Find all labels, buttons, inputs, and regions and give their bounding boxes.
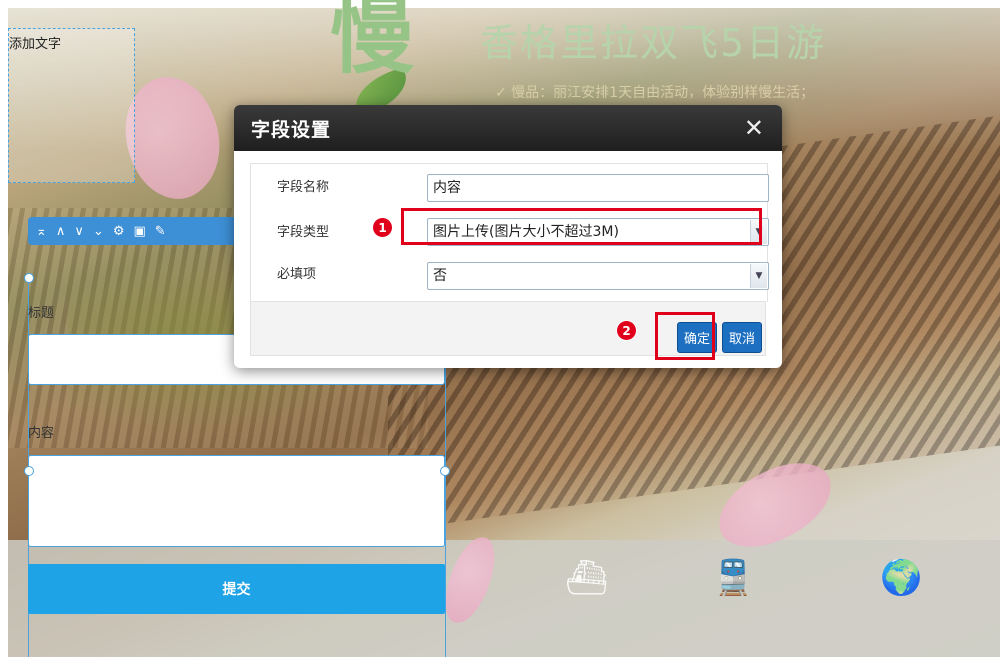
resize-handle[interactable] (24, 273, 34, 283)
form-settings-icon[interactable]: ▣ (134, 224, 146, 239)
step-2-badge: 2 (617, 321, 636, 340)
edit-icon[interactable]: ✎ (155, 224, 166, 239)
element-toolbar: ⌅ ∧ ∨ ⌄ ⚙ ▣ ✎ (28, 217, 248, 245)
move-bottom-icon[interactable]: ⌄ (93, 224, 104, 239)
step-1-badge: 1 (373, 218, 392, 237)
text-element-box[interactable]: 添加文字 (8, 28, 135, 183)
globe-icon: 🌍 (880, 558, 923, 598)
dialog-header: 字段设置 ✕ (234, 105, 782, 151)
required-label: 必填项 (277, 267, 317, 282)
ship-icon: ⛴ (565, 558, 609, 598)
submit-button[interactable]: 提交 (28, 564, 445, 614)
required-select[interactable]: 否 ▼ (427, 262, 769, 290)
resize-handle[interactable] (440, 466, 450, 476)
banner-char: 慢 (330, 0, 415, 85)
content-field-label: 内容 (28, 426, 55, 441)
train-icon: 🚆 (712, 558, 755, 598)
field-name-label: 字段名称 (277, 180, 330, 195)
dialog-title: 字段设置 (251, 118, 332, 141)
title-field-label: 标题 (28, 306, 55, 321)
move-top-icon[interactable]: ⌅ (36, 224, 47, 239)
field-type-label: 字段类型 (277, 225, 330, 240)
move-up-icon[interactable]: ∧ (56, 224, 66, 239)
banner-title: 香格里拉双飞5日游 (480, 21, 827, 65)
cancel-button[interactable]: 取消 (722, 322, 762, 353)
move-down-icon[interactable]: ∨ (74, 224, 84, 239)
text-element-label: 添加文字 (9, 37, 62, 52)
field-type-highlight (401, 208, 762, 245)
field-name-input[interactable]: 内容 (427, 174, 769, 202)
chevron-down-icon[interactable]: ▼ (750, 264, 767, 288)
close-icon[interactable]: ✕ (744, 116, 764, 140)
confirm-highlight (655, 312, 715, 360)
resize-handle[interactable] (24, 466, 34, 476)
gear-icon[interactable]: ⚙ (113, 224, 125, 239)
required-value: 否 (433, 268, 447, 284)
banner-subtitle: ✓ 慢品：丽江安排1天自由活动，体验别样慢生活； (495, 85, 815, 101)
content-input[interactable] (28, 455, 445, 547)
